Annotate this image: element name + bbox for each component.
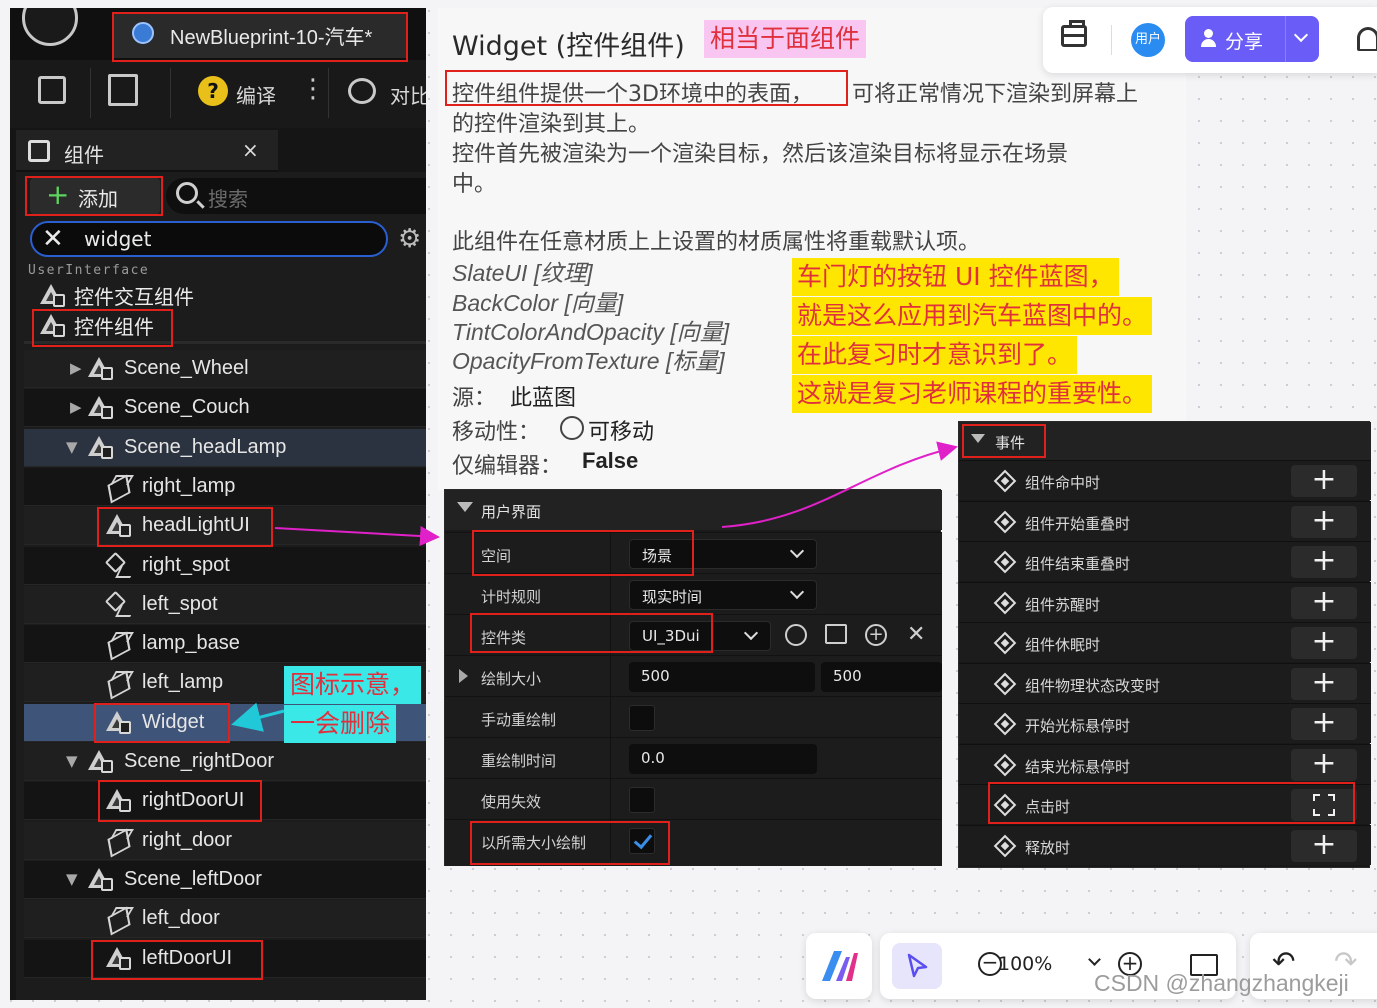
add-user-icon [1201, 29, 1219, 47]
ai-logo-icon [822, 951, 858, 981]
annotation-arrows [231, 441, 958, 732]
chevron-down-icon[interactable] [1293, 27, 1309, 43]
cursor-icon [907, 953, 928, 978]
arrow-to-ui-panel [274, 526, 440, 546]
app-header: 用户 分享 [1043, 7, 1377, 73]
bell-icon[interactable] [1357, 27, 1377, 51]
share-button[interactable]: 分享 [1185, 16, 1319, 62]
avatar[interactable]: 用户 [1131, 23, 1165, 57]
ai-button[interactable] [806, 933, 872, 999]
zoom-level[interactable]: 100% [998, 953, 1052, 975]
watermark: CSDN @zhangzhangkeji [1094, 970, 1349, 996]
arrow-to-widget [231, 702, 285, 732]
toolbox-icon[interactable] [1061, 20, 1087, 47]
chevron-down-icon[interactable] [1088, 953, 1101, 966]
arrow-to-events [721, 441, 958, 528]
select-tool[interactable] [892, 943, 942, 989]
